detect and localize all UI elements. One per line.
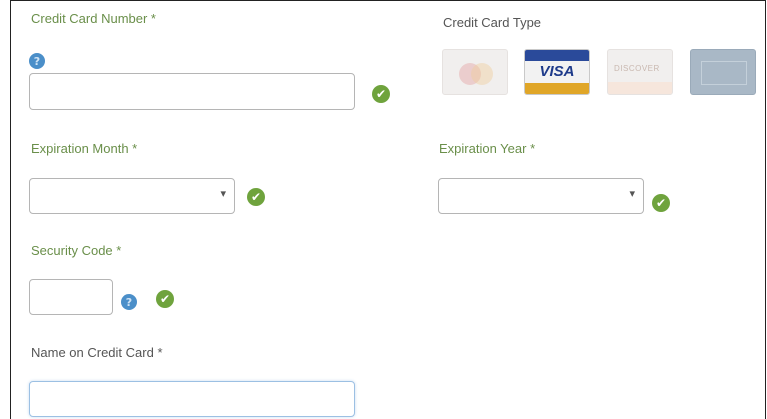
chevron-down-icon: ▾: [629, 188, 635, 200]
amex-logo-box: [701, 61, 747, 85]
name-on-card-input[interactable]: [29, 381, 355, 417]
expiration-year-select[interactable]: ▾: [438, 178, 644, 214]
card-type-label: Credit Card Type: [443, 15, 542, 30]
visa-bottom-stripe: [525, 83, 589, 94]
security-code-label: Security Code *: [31, 243, 122, 258]
card-number-valid-checkmark-icon: ✔: [372, 85, 390, 103]
expiration-month-valid-checkmark-icon: ✔: [247, 188, 265, 206]
card-number-input[interactable]: [29, 73, 355, 110]
expiration-year-valid-checkmark-icon: ✔: [652, 194, 670, 212]
expiration-year-label: Expiration Year *: [439, 141, 536, 156]
security-code-input[interactable]: [29, 279, 113, 315]
payment-form: Credit Card Number * ? ✔ Credit Card Typ…: [10, 0, 766, 419]
visa-top-stripe: [525, 50, 589, 61]
amex-card-icon[interactable]: [690, 49, 756, 95]
name-on-card-label: Name on Credit Card *: [31, 345, 163, 360]
discover-logo-text: DISCOVER: [614, 64, 660, 73]
card-number-label: Credit Card Number *: [31, 11, 156, 26]
visa-logo-text: VISA: [539, 63, 575, 80]
security-code-valid-checkmark-icon: ✔: [156, 290, 174, 308]
chevron-down-icon: ▾: [220, 188, 226, 200]
help-icon[interactable]: ?: [29, 53, 45, 69]
visa-card-icon[interactable]: VISA: [524, 49, 590, 95]
mastercard-card-icon[interactable]: [442, 49, 508, 95]
help-icon[interactable]: ?: [121, 294, 137, 310]
expiration-month-select[interactable]: ▾: [29, 178, 235, 214]
discover-card-icon[interactable]: DISCOVER: [607, 49, 673, 95]
expiration-month-label: Expiration Month *: [31, 141, 138, 156]
discover-stripe: [608, 82, 672, 94]
mastercard-circle-right: [471, 63, 493, 85]
